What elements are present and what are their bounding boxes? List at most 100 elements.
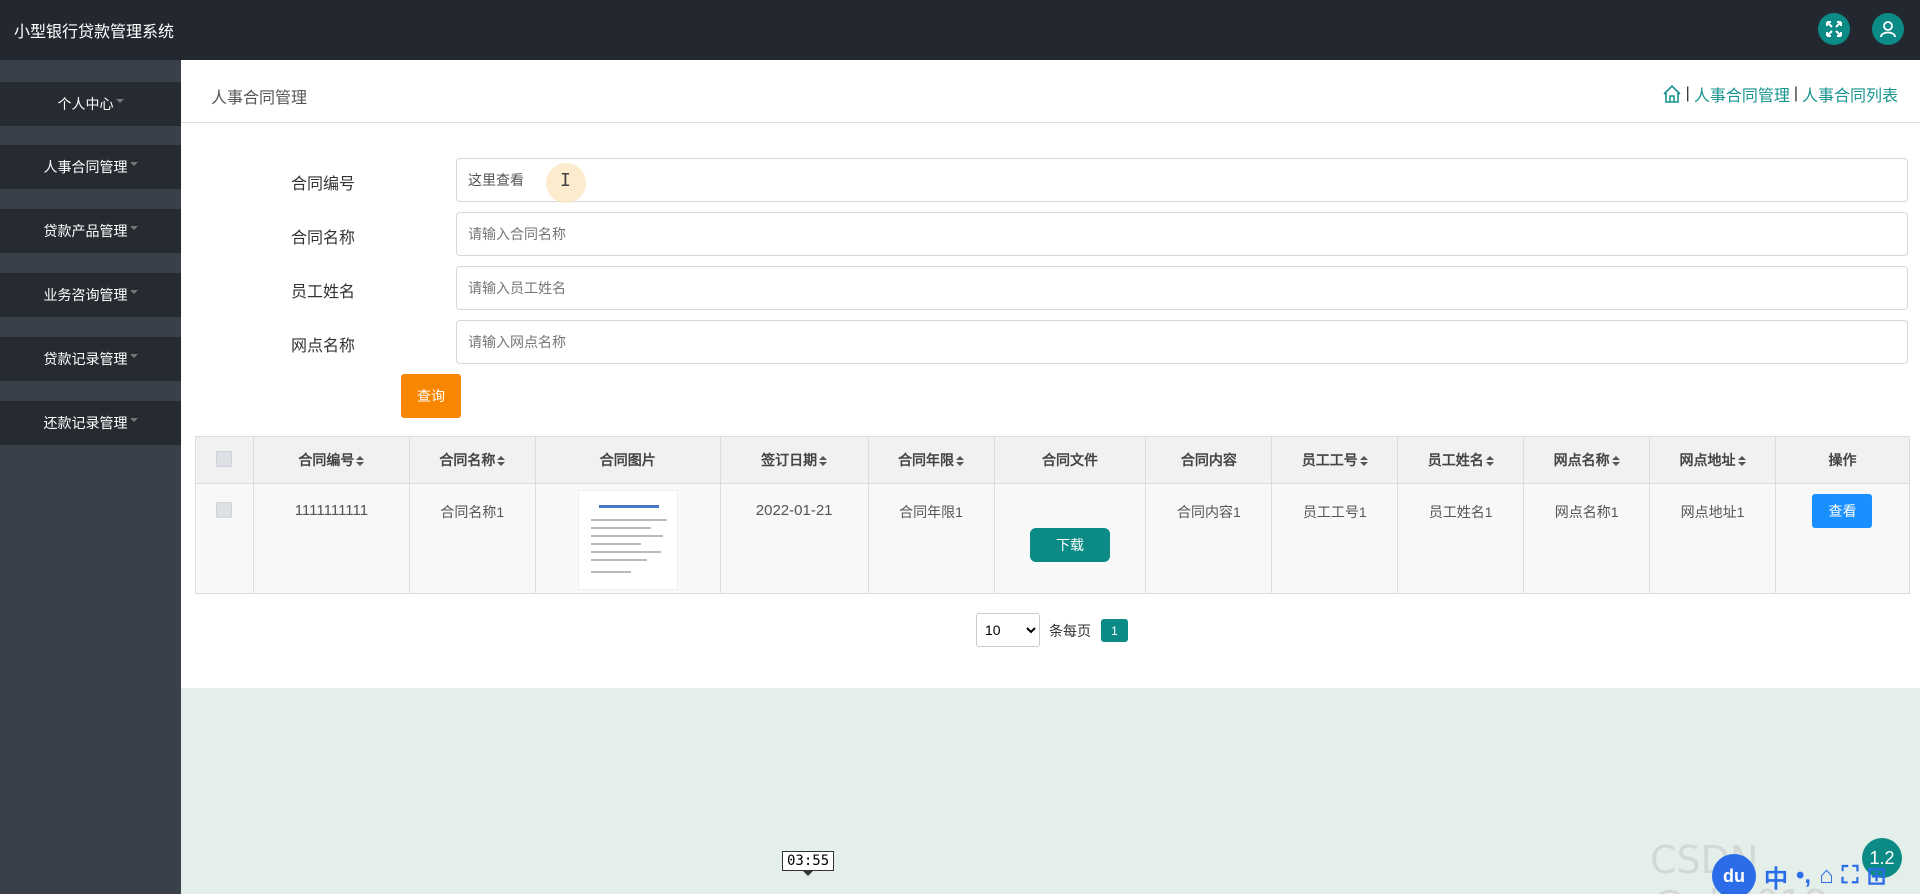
- sort-icon[interactable]: [1611, 456, 1620, 467]
- sort-icon[interactable]: [356, 456, 365, 467]
- cell-contract-name: 合同名称1: [408, 483, 536, 594]
- caret-down-icon: [129, 226, 138, 230]
- sidebar-item-personal-center[interactable]: 个人中心: [0, 82, 181, 126]
- breadcrumb-separator: |: [1685, 85, 1690, 102]
- download-button[interactable]: 下载: [1029, 528, 1110, 562]
- fullscreen-icon[interactable]: [1818, 13, 1850, 45]
- table-header-row: 合同编号 合同名称 合同图片 签订日期 合同年限 合同文件 合同内容 员工工号 …: [195, 436, 1911, 484]
- caret-down-icon: [115, 99, 124, 103]
- row-checkbox[interactable]: [216, 502, 233, 518]
- view-button[interactable]: 查看: [1812, 494, 1873, 528]
- top-bar: 小型银行贷款管理系统: [0, 0, 1920, 60]
- table-row: 1111111111 合同名称1 2022-01-21 合同年限1 下载 合同内…: [195, 483, 1911, 594]
- breadcrumb-item-hr-contract[interactable]: 人事合同管理: [1694, 82, 1790, 106]
- fullscreen-icon-glyph: [1826, 21, 1842, 37]
- sidebar-item-label: 业务咨询管理: [43, 287, 128, 303]
- select-all-checkbox[interactable]: [216, 450, 233, 467]
- sidebar-item-repayment-record[interactable]: 还款记录管理: [0, 401, 181, 445]
- branch-name-label: 网点名称: [291, 338, 356, 355]
- cell-branch-name: 网点名称1: [1523, 483, 1651, 594]
- cell-content: 合同内容1: [1145, 483, 1273, 594]
- column-header-employee-name[interactable]: 员工姓名: [1397, 436, 1525, 484]
- sidebar-item-loan-record[interactable]: 贷款记录管理: [0, 337, 181, 381]
- column-header-content: 合同内容: [1145, 436, 1273, 484]
- sidebar-item-hr-contract[interactable]: 人事合同管理: [0, 145, 181, 189]
- sidebar-item-label: 个人中心: [57, 96, 114, 112]
- page-size-select[interactable]: 10: [976, 613, 1040, 647]
- column-header-term[interactable]: 合同年限: [867, 436, 995, 484]
- sort-icon[interactable]: [956, 456, 965, 467]
- page-title: 人事合同管理: [211, 90, 308, 107]
- ime-toolbar: du 中 •, ⌂ ⛶ ⊞: [1712, 854, 1920, 894]
- user-icon[interactable]: [1872, 13, 1904, 45]
- branch-name-input[interactable]: [456, 320, 1908, 364]
- thumb-text-line: [590, 519, 667, 521]
- thumb-text-line: [590, 559, 647, 561]
- thumb-text-line: [590, 543, 641, 545]
- contract-name-label: 合同名称: [291, 230, 356, 247]
- ime-tool-icon[interactable]: ⛶: [1842, 862, 1859, 890]
- sort-icon[interactable]: [819, 456, 828, 467]
- column-header-branch-name[interactable]: 网点名称: [1523, 436, 1651, 484]
- ime-skin-icon[interactable]: ⌂: [1819, 862, 1834, 890]
- cell-contract-image: [534, 483, 721, 594]
- column-header-branch-address[interactable]: 网点地址: [1649, 436, 1776, 484]
- video-time-tooltip: 03:55: [782, 851, 835, 876]
- column-label: 合同文件: [1041, 452, 1098, 468]
- column-label: 合同编号: [298, 452, 355, 468]
- sidebar-item-loan-product[interactable]: 贷款产品管理: [0, 209, 181, 253]
- column-label: 签订日期: [761, 452, 818, 468]
- column-label: 员工姓名: [1427, 452, 1484, 468]
- column-header-contract-no[interactable]: 合同编号: [252, 436, 410, 484]
- ime-menu-icon[interactable]: ⊞: [1866, 862, 1886, 891]
- user-icon-glyph: [1880, 21, 1896, 38]
- employee-name-label: 员工姓名: [291, 284, 356, 301]
- cell-action: 查看: [1774, 483, 1911, 594]
- column-header-contract-image: 合同图片: [534, 436, 721, 484]
- home-icon[interactable]: [1662, 84, 1682, 104]
- select-all-cell: [195, 436, 254, 484]
- thumb-text-line: [590, 571, 631, 573]
- page-number-button[interactable]: 1: [1101, 619, 1128, 642]
- column-header-contract-file: 合同文件: [993, 436, 1147, 484]
- query-button[interactable]: 查询: [401, 374, 461, 418]
- sidebar-item-label: 贷款记录管理: [43, 351, 128, 367]
- sidebar-item-business-consult[interactable]: 业务咨询管理: [0, 273, 181, 317]
- ime-punctuation-icon[interactable]: •,: [1796, 862, 1811, 890]
- thumb-text-line: [590, 527, 651, 529]
- column-label: 网点名称: [1553, 452, 1610, 468]
- per-page-label: 条每页: [1049, 623, 1091, 639]
- column-header-employee-no[interactable]: 员工工号: [1271, 436, 1399, 484]
- sort-icon[interactable]: [497, 456, 506, 467]
- sort-icon[interactable]: [1737, 456, 1746, 467]
- sidebar-item-label: 贷款产品管理: [43, 223, 128, 239]
- thumb-title-line: [598, 505, 659, 508]
- ime-language-toggle[interactable]: 中: [1764, 859, 1788, 894]
- column-header-contract-name[interactable]: 合同名称: [408, 436, 536, 484]
- cell-employee-no: 员工工号1: [1271, 483, 1399, 594]
- caret-down-icon: [129, 418, 138, 422]
- breadcrumb-separator: |: [1793, 85, 1798, 102]
- cell-branch-address: 网点地址1: [1649, 483, 1776, 594]
- cell-contract-file: 下载: [993, 483, 1147, 594]
- contract-image-thumbnail[interactable]: [577, 490, 678, 590]
- column-header-action: 操作: [1774, 436, 1911, 484]
- breadcrumb-item-contract-list[interactable]: 人事合同列表: [1802, 82, 1898, 106]
- caret-down-icon: [129, 290, 138, 294]
- column-label: 合同年限: [898, 452, 955, 468]
- contract-no-input[interactable]: [456, 158, 1908, 202]
- contract-name-input[interactable]: [456, 212, 1908, 256]
- sidebar: 个人中心 人事合同管理 贷款产品管理 业务咨询管理 贷款记录管理 还款记录管理: [0, 60, 181, 894]
- sidebar-item-label: 还款记录管理: [43, 415, 128, 431]
- column-label: 操作: [1828, 452, 1857, 468]
- main-panel: 人事合同管理 | 人事合同管理 | 人事合同列表 合同编号 I 合同名称 员工姓…: [181, 60, 1920, 688]
- text-cursor-icon: I: [560, 170, 571, 191]
- thumb-text-line: [590, 551, 661, 553]
- sort-icon[interactable]: [1485, 456, 1494, 467]
- sort-icon[interactable]: [1359, 456, 1368, 467]
- ime-logo-icon[interactable]: du: [1712, 854, 1756, 894]
- thumb-text-line: [590, 535, 663, 537]
- employee-name-input[interactable]: [456, 266, 1908, 310]
- row-select-cell: [195, 483, 254, 594]
- column-header-sign-date[interactable]: 签订日期: [719, 436, 869, 484]
